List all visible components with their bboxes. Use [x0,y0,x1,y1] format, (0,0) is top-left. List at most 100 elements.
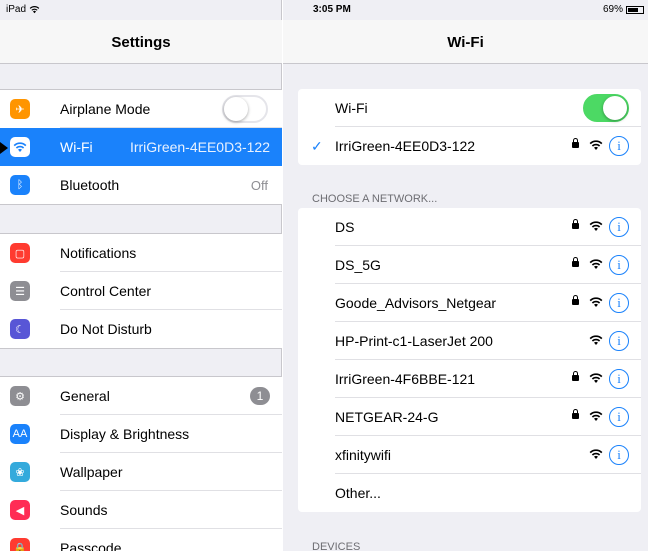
status-right: 69% [603,4,644,15]
status-left: iPad [6,4,40,15]
network-name: DS_5G [335,257,381,273]
status-bar: iPad 3:05 PM 69% [0,0,648,20]
choose-network-label: CHOOSE A NETWORK... [312,193,438,205]
network-row[interactable]: IrriGreen-4F6BBE-121 i [298,360,641,398]
info-icon[interactable]: i [609,407,629,427]
sidebar-item-label: Display & Brightness [60,426,190,442]
sidebar-item-label: Sounds [60,502,108,518]
info-icon[interactable]: i [609,369,629,389]
network-row[interactable]: DS i [298,208,641,246]
wifi-signal-icon [589,371,603,383]
sidebar-item-label: General [60,388,110,404]
sidebar-item-wi-fi[interactable]: Wi-Fi IrriGreen-4EE0D3-122 [0,128,282,166]
sidebar-item-wallpaper[interactable]: ❀ Wallpaper [0,453,282,491]
mouse-pointer-icon [0,142,8,154]
notifications-icon: ▢ [10,243,30,263]
sidebar-item-label: Do Not Disturb [60,321,152,337]
lock-icon [572,138,579,148]
wifi-signal-icon [589,138,603,150]
lock-icon [572,371,579,381]
sidebar-item-airplane-mode[interactable]: ✈ Airplane Mode [0,90,282,128]
settings-group-general: ⚙ General 1 AA Display & Brightness ❀ Wallpape… [0,376,282,551]
wifi-signal-icon [589,257,603,269]
sidebar-item-label: Airplane Mode [60,101,151,117]
toggle-knob [603,96,627,120]
wifi-toggle-row: Wi-Fi [298,89,641,127]
network-row[interactable]: xfinitywifi i [298,436,641,474]
settings-sidebar: Settings ✈ Airplane Mode Wi-Fi IrriGreen-4E… [0,0,282,551]
speaker-icon: ◀ [10,500,30,520]
network-row[interactable]: Goode_Advisors_Netgear i [298,284,641,322]
airplane-icon: ✈ [10,99,30,119]
sidebar-item-label: Wi-Fi [60,139,93,155]
wifi-title: Wi-Fi [447,34,484,51]
info-icon[interactable]: i [609,293,629,313]
lock-icon [572,257,579,267]
network-row[interactable]: HP-Print-c1-LaserJet 200 i [298,322,641,360]
wifi-icon [10,137,30,157]
wifi-toggle[interactable] [583,94,629,122]
sidebar-item-do-not-disturb[interactable]: ☾ Do Not Disturb [0,310,282,348]
sidebar-item-control-center[interactable]: ☰ Control Center [0,272,282,310]
sidebar-item-value: Off [250,177,268,193]
settings-group-notifications: ▢ Notifications ☰ Control Center ☾ Do Not Dis… [0,233,282,349]
wifi-signal-icon [589,447,603,459]
sidebar-item-label: Notifications [60,245,137,261]
battery-icon [626,5,644,14]
gear-icon: ⚙ [10,386,30,406]
wifi-header: Wi-Fi [283,20,648,64]
control-center-icon: ☰ [10,281,30,301]
info-icon[interactable]: i [609,136,629,156]
wifi-connection-card: Wi-Fi ✓ IrriGreen-4EE0D3-122 i [298,89,641,165]
wifi-signal-icon [589,295,603,307]
info-icon[interactable]: i [609,331,629,351]
wifi-signal-icon [589,409,603,421]
moon-icon: ☾ [10,319,30,339]
connected-network-row[interactable]: ✓ IrriGreen-4EE0D3-122 i [298,127,641,165]
info-icon[interactable]: i [609,255,629,275]
sidebar-item-notifications[interactable]: ▢ Notifications [0,234,282,272]
battery-percent: 69% [602,4,623,15]
device-name: iPad [6,4,27,15]
sidebar-item-label: Passcode [60,540,122,551]
network-row[interactable]: DS_5G i [298,246,641,284]
display-brightness-icon: AA [10,424,30,444]
toggle-knob [224,97,248,121]
bluetooth-icon: ᛒ [10,175,30,195]
lock-icon: 🔒 [10,538,30,551]
network-name: DS [335,219,355,235]
lock-icon [572,295,579,305]
airplane-mode-toggle[interactable] [222,95,268,123]
info-icon[interactable]: i [609,445,629,465]
update-badge: 1 [250,387,270,405]
network-name: IrriGreen-4F6BBE-121 [335,371,476,387]
devices-label: DEVICES [312,541,361,551]
status-time: 3:05 PM [313,4,351,15]
lock-icon [572,219,579,229]
lock-icon [572,409,579,419]
wifi-signal-icon [589,219,603,231]
network-name: Goode_Advisors_Netgear [335,295,497,311]
other-network-label: Other... [335,485,381,501]
other-network-row[interactable]: Other... [298,474,641,512]
network-name: NETGEAR-24-G [335,409,439,425]
sidebar-item-label: Control Center [60,283,152,299]
settings-header: Settings [0,20,282,64]
network-name: xfinitywifi [335,447,392,463]
sidebar-item-bluetooth[interactable]: ᛒ Bluetooth Off [0,166,282,204]
info-icon[interactable]: i [609,217,629,237]
wifi-toggle-label: Wi-Fi [335,100,368,116]
network-name: HP-Print-c1-LaserJet 200 [335,333,493,349]
settings-title: Settings [111,34,171,51]
sidebar-item-value: IrriGreen-4EE0D3-122 [129,139,270,155]
sidebar-item-display-brightness[interactable]: AA Display & Brightness [0,415,282,453]
sidebar-item-passcode[interactable]: 🔒 Passcode [0,529,282,551]
network-row[interactable]: NETGEAR-24-G i [298,398,641,436]
settings-group-connectivity: ✈ Airplane Mode Wi-Fi IrriGreen-4EE0D3-122 ᛒ… [0,89,282,205]
wifi-signal-icon [29,6,40,14]
sidebar-item-sounds[interactable]: ◀ Sounds [0,491,282,529]
network-list: DS i DS_5G i Goode_Advisors_Netgear i HP-Print… [298,208,641,512]
wifi-detail-pane: Wi-Fi Wi-Fi ✓ IrriGreen-4EE0D3-122 i CHO… [283,0,648,551]
checkmark-icon: ✓ [311,137,323,154]
sidebar-item-general[interactable]: ⚙ General 1 [0,377,282,415]
